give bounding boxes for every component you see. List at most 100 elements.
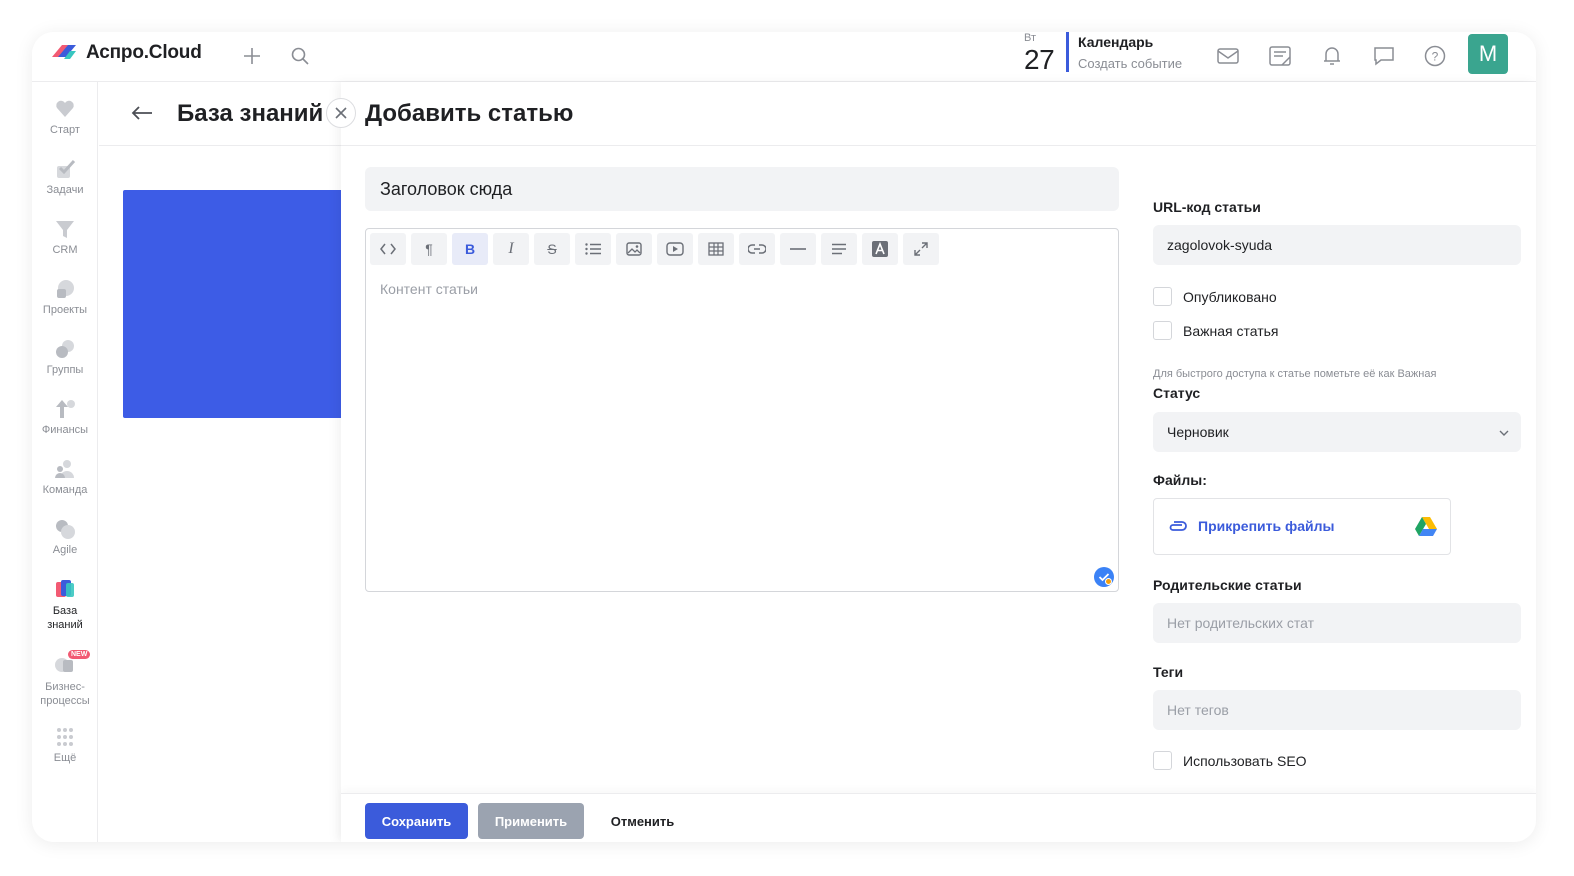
logo-icon xyxy=(52,45,76,59)
app-title: Аспро.Cloud xyxy=(86,42,202,63)
date-separator xyxy=(1066,32,1069,72)
calendar-title[interactable]: Календарь xyxy=(1078,34,1153,50)
article-content-editor[interactable]: ¶ B I S Контент статьи xyxy=(365,228,1119,592)
bold-icon[interactable]: B xyxy=(452,233,488,265)
drawer-footer: Сохранить Применить Отменить xyxy=(341,793,1536,842)
parent-articles-input[interactable]: Нет родительских стат xyxy=(1153,603,1521,643)
help-icon[interactable]: ? xyxy=(1423,44,1447,68)
close-icon[interactable] xyxy=(326,98,356,128)
groups-icon xyxy=(54,338,76,360)
sidebar-item-label: Финансы xyxy=(41,424,89,436)
chevron-down-icon xyxy=(1499,412,1509,452)
sidebar-item-label: Проекты xyxy=(42,304,88,316)
sidebar-item-label: Задачи xyxy=(46,184,84,196)
important-checkbox-row[interactable]: Важная статья xyxy=(1153,321,1279,340)
drawer-title: Добавить статью xyxy=(365,100,574,127)
funnel-icon xyxy=(54,218,76,240)
knowledge-base-icon xyxy=(54,578,76,600)
drawer-header: Добавить статью xyxy=(341,82,1536,146)
sidebar-item-label: Группы xyxy=(46,364,84,376)
top-bar: Аспро.Cloud Вт 27 Календарь Создать собы… xyxy=(32,32,1536,82)
attach-files-link[interactable]: Прикрепить файлы xyxy=(1198,518,1334,534)
link-icon[interactable] xyxy=(739,233,775,265)
seo-label: Использовать SEO xyxy=(1183,752,1307,769)
date-day: 27 xyxy=(1024,44,1055,75)
important-hint: Для быстрого доступа к статье пометьте е… xyxy=(1153,368,1437,380)
seo-checkbox[interactable] xyxy=(1153,751,1172,770)
save-button[interactable]: Сохранить xyxy=(365,803,468,839)
important-checkbox[interactable] xyxy=(1153,321,1172,340)
published-checkbox[interactable] xyxy=(1153,287,1172,306)
sidebar-item-tasks[interactable]: Задачи xyxy=(32,158,98,196)
status-label: Статус xyxy=(1153,385,1201,401)
sidebar-item-label: Бизнес-процессы xyxy=(40,681,90,707)
agile-icon xyxy=(54,518,76,540)
app-logo[interactable]: Аспро.Cloud xyxy=(50,42,202,64)
apply-button[interactable]: Применить xyxy=(478,803,584,839)
list-icon[interactable] xyxy=(575,233,611,265)
published-label: Опубликовано xyxy=(1183,288,1277,305)
sidebar-item-label: Ещё xyxy=(53,752,77,764)
parent-articles-label: Родительские статьи xyxy=(1153,577,1302,593)
align-icon[interactable] xyxy=(821,233,857,265)
notes-icon[interactable] xyxy=(1268,44,1292,68)
sidebar-item-business-processes[interactable]: NEW Бизнес-процессы xyxy=(32,650,98,708)
date-weekday: Вт xyxy=(1024,32,1037,44)
video-icon[interactable] xyxy=(657,233,693,265)
sidebar-item-crm[interactable]: CRM xyxy=(32,218,98,256)
spellcheck-icon[interactable] xyxy=(1094,567,1114,587)
sidebar-item-finance[interactable]: Финансы xyxy=(32,398,98,436)
knowledge-base-card[interactable] xyxy=(123,190,343,418)
image-icon[interactable] xyxy=(616,233,652,265)
team-icon xyxy=(54,458,76,480)
sidebar-item-knowledge-base[interactable]: База знаний xyxy=(32,578,98,632)
mail-icon[interactable] xyxy=(1216,44,1240,68)
sidebar-item-team[interactable]: Команда xyxy=(32,458,98,496)
status-value: Черновик xyxy=(1167,424,1229,440)
sidebar-item-projects[interactable]: Проекты xyxy=(32,278,98,316)
app-shell: Аспро.Cloud Вт 27 Календарь Создать собы… xyxy=(32,32,1536,842)
paragraph-icon[interactable]: ¶ xyxy=(411,233,447,265)
google-drive-icon[interactable] xyxy=(1414,516,1438,538)
create-event-link[interactable]: Создать событие xyxy=(1078,56,1182,71)
attach-files-box[interactable]: Прикрепить файлы xyxy=(1153,498,1451,555)
tags-label: Теги xyxy=(1153,664,1184,680)
fullscreen-icon[interactable] xyxy=(903,233,939,265)
add-article-drawer: Добавить статью Заголовок сюда ¶ B I S К… xyxy=(341,82,1536,842)
sidebar-item-label: Старт xyxy=(50,124,80,136)
font-color-icon[interactable] xyxy=(862,233,898,265)
sidebar: Старт Задачи CRM Проекты Группы Финансы … xyxy=(32,82,98,842)
user-avatar[interactable]: M xyxy=(1468,34,1508,74)
sidebar-item-agile[interactable]: Agile xyxy=(32,518,98,556)
new-badge: NEW xyxy=(68,650,91,659)
horizontal-rule-icon[interactable] xyxy=(780,233,816,265)
projects-icon xyxy=(54,278,76,300)
background-page-header: База знаний xyxy=(99,82,349,146)
plus-icon[interactable] xyxy=(240,44,264,68)
page-title: База знаний xyxy=(177,100,324,127)
cancel-button[interactable]: Отменить xyxy=(595,803,690,839)
chat-icon[interactable] xyxy=(1372,44,1396,68)
more-grid-icon xyxy=(54,726,76,748)
search-icon[interactable] xyxy=(288,44,312,68)
url-code-input[interactable]: zagolovok-syuda xyxy=(1153,225,1521,265)
paperclip-icon xyxy=(1169,521,1187,531)
sidebar-item-groups[interactable]: Группы xyxy=(32,338,98,376)
svg-text:?: ? xyxy=(1432,50,1439,64)
editor-toolbar: ¶ B I S xyxy=(370,233,939,265)
seo-checkbox-row[interactable]: Использовать SEO xyxy=(1153,751,1307,770)
published-checkbox-row[interactable]: Опубликовано xyxy=(1153,287,1277,306)
bell-icon[interactable] xyxy=(1320,44,1344,68)
tags-input[interactable]: Нет тегов xyxy=(1153,690,1521,730)
strikethrough-icon[interactable]: S xyxy=(534,233,570,265)
table-icon[interactable] xyxy=(698,233,734,265)
sidebar-item-more[interactable]: Ещё xyxy=(32,726,98,764)
article-title-input[interactable]: Заголовок сюда xyxy=(365,167,1119,211)
status-select[interactable]: Черновик xyxy=(1153,412,1521,452)
url-label: URL-код статьи xyxy=(1153,199,1261,215)
italic-icon[interactable]: I xyxy=(493,233,529,265)
code-icon[interactable] xyxy=(370,233,406,265)
files-label: Файлы: xyxy=(1153,472,1207,488)
check-icon xyxy=(54,158,76,180)
sidebar-item-start[interactable]: Старт xyxy=(32,98,98,136)
